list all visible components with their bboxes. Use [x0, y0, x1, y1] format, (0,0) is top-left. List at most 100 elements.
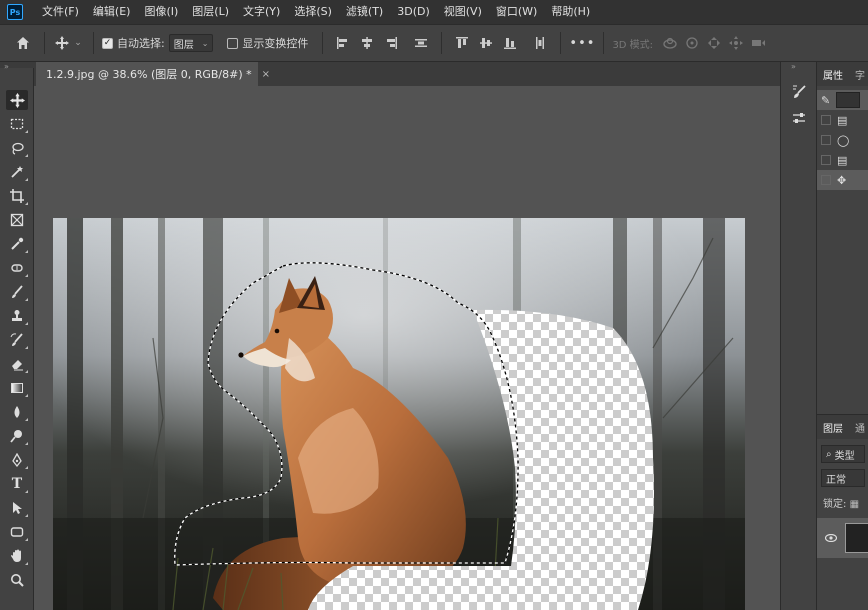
zoom-tool[interactable] — [6, 570, 28, 590]
auto-select-label: 自动选择: — [117, 37, 165, 50]
history-checkbox[interactable] — [821, 135, 831, 145]
tab-layers[interactable]: 图层 — [817, 420, 849, 435]
more-options-button[interactable]: ••• — [569, 36, 595, 51]
frame-tool[interactable] — [6, 210, 28, 230]
healing-brush-tool[interactable] — [6, 258, 28, 278]
menu-type[interactable]: 文字(Y) — [236, 0, 287, 24]
close-icon[interactable]: × — [262, 69, 270, 80]
tools-panel: » T — [0, 62, 34, 610]
home-icon[interactable] — [10, 32, 36, 54]
blur-tool[interactable] — [6, 402, 28, 422]
auto-select-target-value: 图层 — [173, 39, 194, 51]
adjustments-icon[interactable] — [789, 108, 809, 128]
tab-character[interactable]: 字 — [849, 67, 868, 82]
crop-tool[interactable] — [6, 186, 28, 206]
3d-scale-icon — [747, 32, 769, 54]
chevron-down-icon: ⌄ — [201, 38, 209, 48]
panel-icon-strip: » — [780, 62, 816, 610]
menu-window[interactable]: 窗口(W) — [489, 0, 544, 24]
align-bottom-icon[interactable] — [500, 33, 520, 53]
lock-transparency-icon[interactable]: ▦ — [850, 499, 859, 510]
menu-bar: Ps 文件(F) 编辑(E) 图像(I) 图层(L) 文字(Y) 选择(S) 滤… — [0, 0, 868, 24]
move-icon: ✥ — [837, 173, 847, 187]
align-center-h-icon[interactable] — [357, 33, 377, 53]
hand-tool[interactable] — [6, 546, 28, 566]
move-tool-preset-icon[interactable] — [53, 32, 71, 54]
history-checkbox[interactable] — [821, 115, 831, 125]
align-right-icon[interactable] — [381, 33, 401, 53]
document-icon: ▤ — [837, 153, 848, 167]
document-tab[interactable]: 1.2.9.jpg @ 38.6% (图层 0, RGB/8#) * × — [36, 62, 270, 86]
options-bar: ⌄ ✓ 自动选择: 图层 ⌄ 显示变换控件 ••• 3D 模式: — [0, 24, 868, 62]
divider — [441, 32, 443, 54]
divider — [603, 32, 605, 54]
menu-layer[interactable]: 图层(L) — [185, 0, 236, 24]
menu-help[interactable]: 帮助(H) — [544, 0, 597, 24]
eyedropper-tool[interactable] — [6, 234, 28, 254]
lock-label: 锁定: — [823, 499, 847, 510]
3d-pan-icon — [703, 32, 725, 54]
show-transform-checkbox[interactable] — [227, 37, 239, 49]
path-selection-tool[interactable] — [6, 498, 28, 518]
move-tool[interactable] — [6, 90, 28, 110]
lasso-tool[interactable] — [6, 138, 28, 158]
eraser-tool[interactable] — [6, 354, 28, 374]
brush-tool[interactable] — [6, 282, 28, 302]
blend-mode-dropdown[interactable]: 正常 — [821, 469, 865, 487]
magic-wand-tool[interactable] — [6, 162, 28, 182]
divider — [44, 32, 45, 54]
shape-tool[interactable] — [6, 522, 28, 542]
menu-filter[interactable]: 滤镜(T) — [339, 0, 390, 24]
tab-channels[interactable]: 通 — [849, 420, 868, 435]
menu-select[interactable]: 选择(S) — [287, 0, 339, 24]
photoshop-logo: Ps — [7, 4, 23, 20]
layer-filter-dropdown[interactable]: ⌕ 类型 — [821, 445, 865, 463]
brush-settings-icon[interactable] — [789, 82, 809, 102]
3d-mode-label: 3D 模式: — [612, 39, 654, 51]
layer-row[interactable] — [817, 518, 868, 558]
3d-orbit-icon — [659, 32, 681, 54]
lasso-icon: ◯ — [837, 133, 850, 147]
menu-file[interactable]: 文件(F) — [35, 0, 86, 24]
document-canvas[interactable] — [53, 218, 745, 610]
history-item-document[interactable]: ▤ — [817, 110, 868, 130]
3d-slide-icon — [725, 32, 747, 54]
history-checkbox[interactable] — [821, 155, 831, 165]
canvas-workspace[interactable] — [34, 86, 780, 610]
chevron-down-icon[interactable]: ⌄ — [71, 32, 85, 54]
document-tab-bar: 1.2.9.jpg @ 38.6% (图层 0, RGB/8#) * × — [34, 62, 780, 86]
auto-select-target-dropdown[interactable]: 图层 ⌄ — [168, 34, 214, 52]
divider — [560, 32, 562, 54]
dodge-tool[interactable] — [6, 426, 28, 446]
collapse-panel-icon[interactable]: » — [791, 62, 796, 71]
history-item-move[interactable]: ✥ — [817, 170, 868, 190]
menu-edit[interactable]: 编辑(E) — [86, 0, 138, 24]
tab-properties[interactable]: 属性 — [817, 67, 849, 82]
photoshop-window: Ps 文件(F) 编辑(E) 图像(I) 图层(L) 文字(Y) 选择(S) 滤… — [0, 0, 868, 610]
pen-tool[interactable] — [6, 450, 28, 470]
menu-view[interactable]: 视图(V) — [437, 0, 489, 24]
blend-mode-value: 正常 — [826, 474, 846, 486]
visibility-eye-icon[interactable] — [824, 532, 838, 545]
distribute-h-icon[interactable] — [411, 33, 431, 53]
history-checkbox[interactable] — [821, 175, 831, 185]
align-center-v-icon[interactable] — [476, 33, 496, 53]
distribute-v-icon[interactable] — [530, 33, 550, 53]
layer-filter-value: 类型 — [834, 450, 855, 462]
document-icon: ▤ — [837, 113, 848, 127]
history-snapshot[interactable]: ✎ — [817, 90, 868, 110]
align-left-icon[interactable] — [333, 33, 353, 53]
history-item-lasso[interactable]: ◯ — [817, 130, 868, 150]
menu-image[interactable]: 图像(I) — [137, 0, 185, 24]
align-top-icon[interactable] — [452, 33, 472, 53]
history-item-document[interactable]: ▤ — [817, 150, 868, 170]
collapse-toolbar-icon[interactable]: » — [4, 62, 9, 71]
type-tool[interactable]: T — [6, 474, 28, 494]
auto-select-checkbox[interactable]: ✓ — [102, 37, 113, 49]
history-brush-tool[interactable] — [6, 330, 28, 350]
marquee-tool[interactable] — [6, 114, 28, 134]
menu-3d[interactable]: 3D(D) — [390, 0, 437, 24]
clone-stamp-tool[interactable] — [6, 306, 28, 326]
lock-row: 锁定: ▦ — [823, 495, 868, 510]
gradient-tool[interactable] — [6, 378, 28, 398]
